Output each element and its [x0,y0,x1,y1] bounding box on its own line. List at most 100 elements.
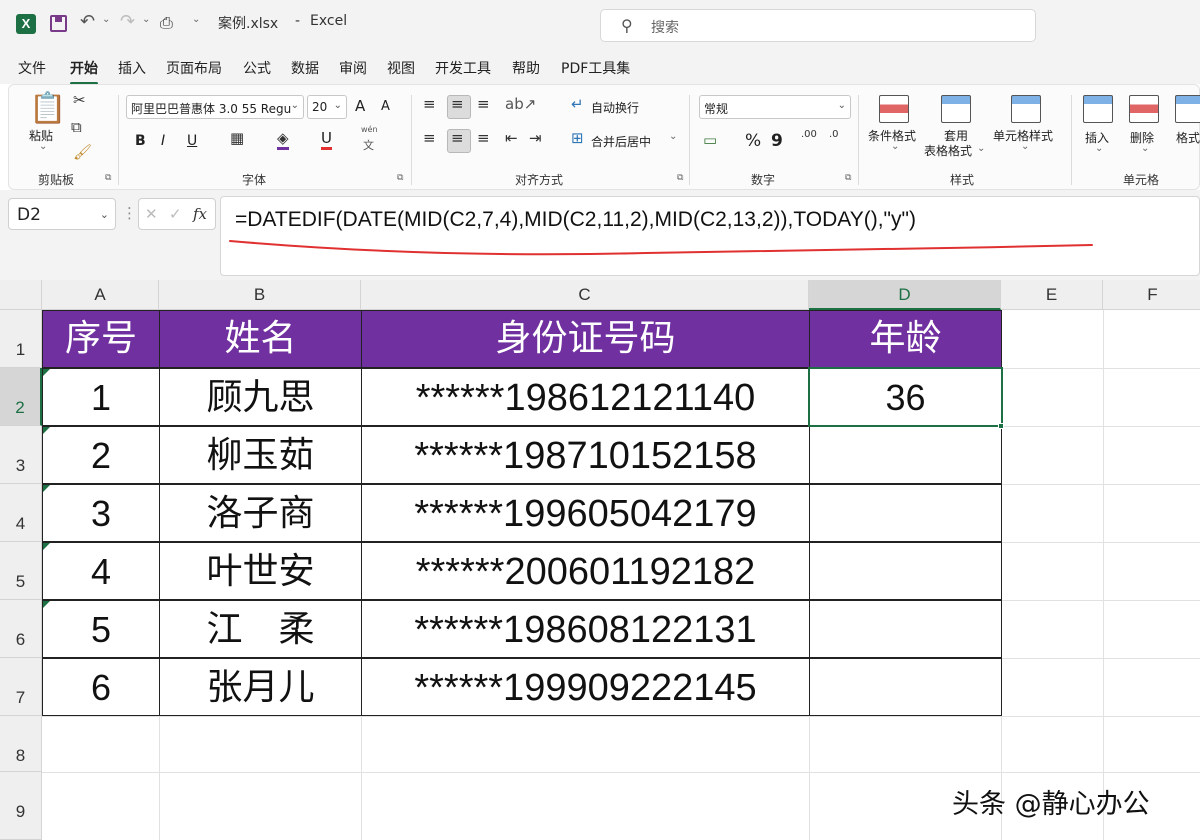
number-launcher-icon[interactable]: ⧉ [845,173,851,183]
conditional-format-icon[interactable] [879,95,909,123]
cell-seq[interactable]: 1 [42,368,160,426]
merge-dropdown-icon[interactable]: ⌄ [669,131,677,142]
save-icon[interactable] [50,15,67,32]
undo-icon[interactable]: ↶ [80,11,95,32]
row-header-8[interactable]: 8 [0,716,42,772]
redo-icon[interactable]: ↷ [120,11,135,32]
cell-styles-icon[interactable] [1011,95,1041,123]
cell-age[interactable] [809,658,1002,716]
error-indicator-icon[interactable] [43,369,50,376]
row-header-4[interactable]: 4 [0,484,42,542]
redo-dropdown-icon[interactable]: ⌄ [142,14,150,25]
format-as-table-line2[interactable]: 表格格式 [924,142,972,159]
merge-center-icon[interactable]: ⊞ [571,129,584,147]
tab-view[interactable]: 视图 [387,58,415,78]
error-indicator-icon[interactable] [43,485,50,492]
cell-name[interactable]: 叶世安 [159,542,362,600]
cell-seq[interactable]: 5 [42,600,160,658]
paste-dropdown-icon[interactable]: ⌄ [39,141,47,152]
tab-formulas[interactable]: 公式 [243,58,271,78]
row-header-6[interactable]: 6 [0,600,42,658]
more-options-icon[interactable]: ⋮ [122,204,137,222]
cell-name[interactable]: 张月儿 [159,658,362,716]
bold-button[interactable]: B [135,133,146,149]
column-header-d[interactable]: D [809,280,1001,310]
column-header-b[interactable]: B [159,280,361,310]
column-header-c[interactable]: C [361,280,809,310]
row-header-2[interactable]: 2 [0,368,42,426]
insert-function-icon[interactable]: fx [193,205,207,223]
wrap-text-button[interactable]: 自动换行 [591,99,639,116]
cell-seq[interactable]: 4 [42,542,160,600]
row-header-5[interactable]: 5 [0,542,42,600]
cell-age[interactable] [809,600,1002,658]
percent-button[interactable]: % [745,131,761,151]
cell-age[interactable] [809,426,1002,484]
align-top-icon[interactable]: ≡ [423,95,436,113]
alignment-launcher-icon[interactable]: ⧉ [677,173,683,183]
cell-name[interactable]: 柳玉茹 [159,426,362,484]
tab-pdf-tools[interactable]: PDF工具集 [561,58,630,78]
cut-icon[interactable]: ✂ [73,91,86,109]
border-icon[interactable]: ▦ [230,129,244,147]
currency-icon[interactable]: ▭ [703,131,717,149]
header-cell-id[interactable]: 身份证号码 [361,310,810,368]
customize-toolbar-icon[interactable]: ⌄ [192,14,200,25]
format-painter-icon[interactable]: 🖌 [73,143,92,161]
enter-icon[interactable]: ✓ [169,205,182,223]
column-header-e[interactable]: E [1001,280,1103,310]
cell-styles-dropdown-icon[interactable]: ⌄ [1021,141,1029,152]
phonetic-top[interactable]: wén [361,125,378,134]
tab-help[interactable]: 帮助 [512,58,540,78]
header-cell-seq[interactable]: 序号 [42,310,160,368]
delete-dropdown-icon[interactable]: ⌄ [1141,143,1149,154]
tab-insert[interactable]: 插入 [118,58,146,78]
tab-review[interactable]: 审阅 [339,58,367,78]
format-cells-button[interactable]: 格式 [1176,129,1200,146]
paste-icon[interactable]: 📋 [29,91,66,126]
increase-decimal-icon[interactable]: .00 [801,129,817,140]
font-size-select[interactable]: 20 ⌄ [307,95,347,119]
cell-id[interactable]: ******199605042179 [361,484,810,542]
delete-cells-icon[interactable] [1129,95,1159,123]
format-cells-icon[interactable] [1175,95,1200,123]
tab-file[interactable]: 文件 [18,58,46,78]
row-header-1[interactable]: 1 [0,310,42,368]
header-cell-age[interactable]: 年龄 [809,310,1002,368]
row-header-3[interactable]: 3 [0,426,42,484]
cell-id[interactable]: ******199909222145 [361,658,810,716]
cell-seq[interactable]: 6 [42,658,160,716]
row-header-9[interactable]: 9 [0,772,42,840]
clipboard-launcher-icon[interactable]: ⧉ [105,173,111,183]
error-indicator-icon[interactable] [43,543,50,550]
align-left-icon[interactable]: ≡ [423,129,436,147]
grow-font-button[interactable]: A [355,97,365,115]
cell-name[interactable]: 江 柔 [159,600,362,658]
cell-age[interactable] [809,484,1002,542]
print-preview-icon[interactable]: ⎙ [160,13,173,33]
italic-button[interactable]: I [161,133,165,149]
cell-id[interactable]: ******198608122131 [361,600,810,658]
fill-color-icon[interactable]: ◈ [277,129,289,150]
font-launcher-icon[interactable]: ⧉ [397,173,403,183]
cell-id[interactable]: ******198612121140 [361,368,810,426]
number-format-select[interactable]: 常规 ⌄ [699,95,851,119]
row-header-7[interactable]: 7 [0,658,42,716]
align-bottom-icon[interactable]: ≡ [477,95,490,113]
font-color-button[interactable]: U [321,129,332,150]
comma-button[interactable]: 9 [771,131,783,151]
column-header-f[interactable]: F [1103,280,1200,310]
name-box[interactable]: D2 ⌄ [8,198,116,230]
decrease-indent-icon[interactable]: ⇤ [505,129,518,147]
wrap-text-icon[interactable]: ↵ [571,95,584,113]
insert-cells-icon[interactable] [1083,95,1113,123]
fill-handle[interactable] [998,423,1004,429]
conditional-format-dropdown-icon[interactable]: ⌄ [891,141,899,152]
format-as-table-icon[interactable] [941,95,971,123]
header-cell-name[interactable]: 姓名 [159,310,362,368]
phonetic-bottom[interactable]: 文 [363,137,374,153]
insert-dropdown-icon[interactable]: ⌄ [1095,143,1103,154]
undo-dropdown-icon[interactable]: ⌄ [102,14,110,25]
align-right-icon[interactable]: ≡ [477,129,490,147]
cell-seq[interactable]: 3 [42,484,160,542]
